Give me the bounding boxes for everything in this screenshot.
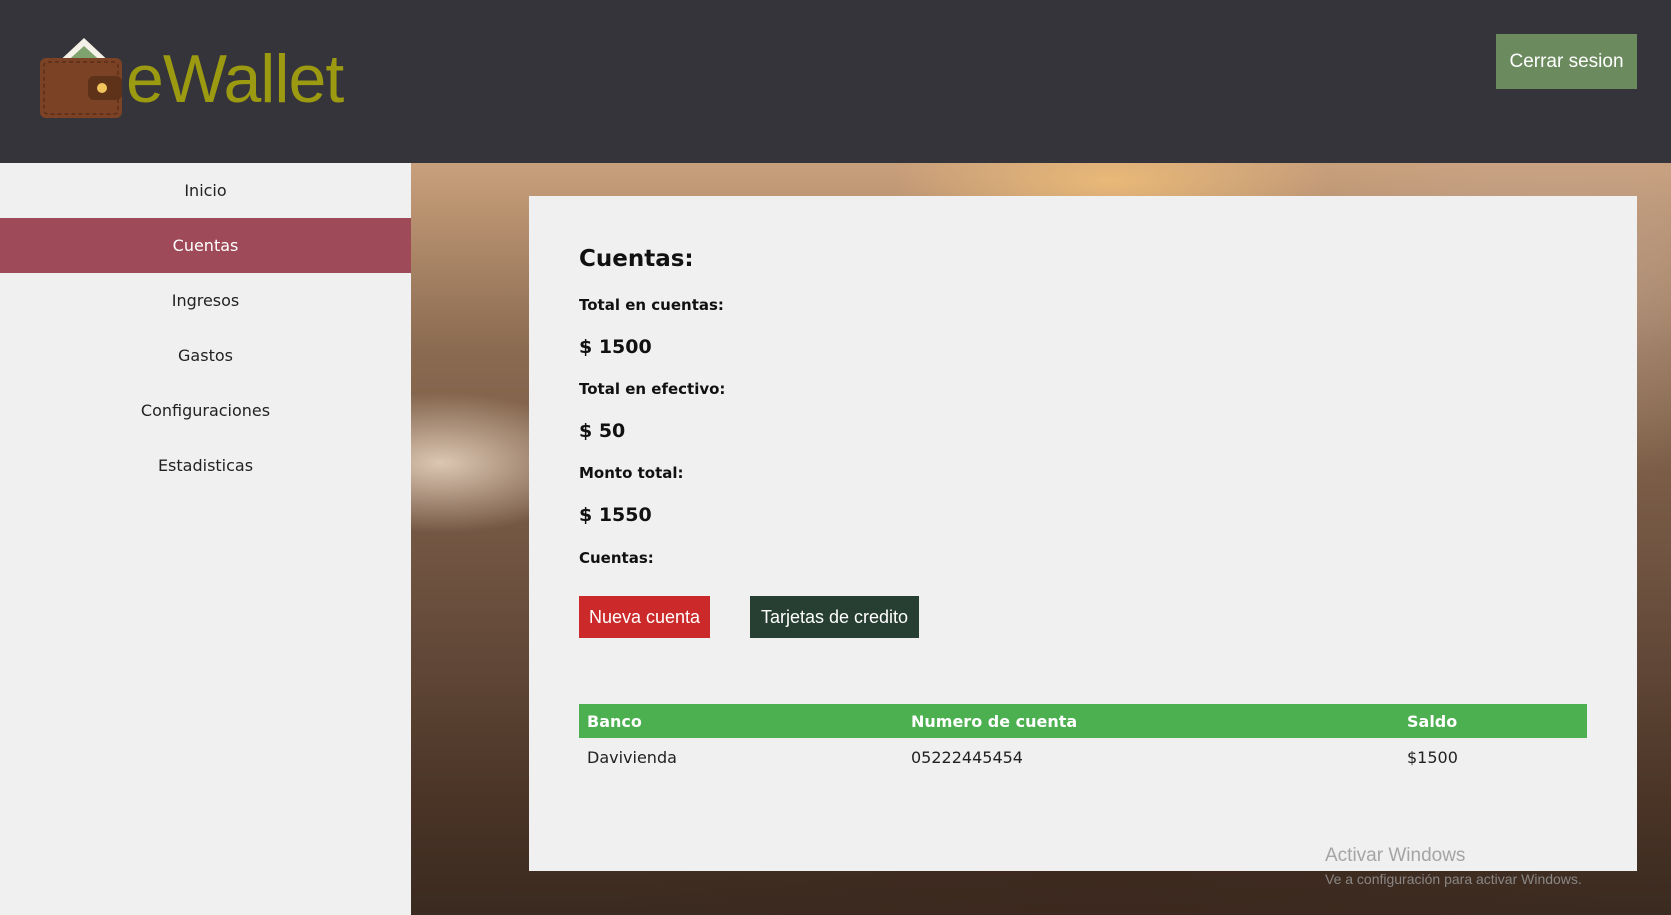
total-amount-label: Monto total: [579, 464, 684, 482]
total-cash-value: $ 50 [579, 420, 626, 442]
cell-balance: $1500 [1407, 747, 1458, 767]
sidebar-item-ingresos[interactable]: Ingresos [0, 273, 411, 328]
sidebar-item-inicio[interactable]: Inicio [0, 163, 411, 218]
column-header-saldo: Saldo [1399, 704, 1587, 738]
page-title: Cuentas: [579, 246, 694, 272]
sidebar-item-gastos[interactable]: Gastos [0, 328, 411, 383]
watermark-subtitle: Ve a configuración para activar Windows. [1325, 871, 1582, 887]
logout-button[interactable]: Cerrar sesion [1496, 34, 1637, 89]
table-row[interactable]: Davivienda 05222445454 $1500 [579, 738, 1587, 776]
sidebar: Inicio Cuentas Ingresos Gastos Configura… [0, 163, 411, 915]
column-header-numero-cuenta: Numero de cuenta [903, 704, 1399, 738]
wallet-icon [40, 38, 122, 118]
cell-account-number: 05222445454 [911, 747, 1023, 767]
windows-activation-watermark: Activar Windows Ve a configuración para … [1325, 845, 1582, 887]
brand-name: eWallet [126, 41, 344, 117]
sidebar-item-cuentas[interactable]: Cuentas [0, 218, 411, 273]
accounts-table: Banco Numero de cuenta Saldo Davivienda … [579, 704, 1587, 776]
top-header: eWallet Cerrar sesion [0, 0, 1671, 163]
credit-cards-button[interactable]: Tarjetas de credito [750, 596, 919, 638]
total-accounts-label: Total en cuentas: [579, 296, 724, 314]
cell-bank: Davivienda [587, 747, 677, 767]
sidebar-item-estadisticas[interactable]: Estadisticas [0, 438, 411, 493]
total-accounts-value: $ 1500 [579, 336, 652, 358]
accounts-panel: Cuentas: Total en cuentas: $ 1500 Total … [529, 196, 1637, 871]
table-header-row: Banco Numero de cuenta Saldo [579, 704, 1587, 738]
watermark-title: Activar Windows [1325, 845, 1466, 866]
sidebar-item-configuraciones[interactable]: Configuraciones [0, 383, 411, 438]
new-account-button[interactable]: Nueva cuenta [579, 596, 710, 638]
accounts-section-label: Cuentas: [579, 549, 654, 567]
total-cash-label: Total en efectivo: [579, 380, 726, 398]
column-header-banco: Banco [579, 704, 903, 738]
ewallet-logo[interactable]: eWallet [40, 36, 370, 122]
total-amount-value: $ 1550 [579, 504, 652, 526]
